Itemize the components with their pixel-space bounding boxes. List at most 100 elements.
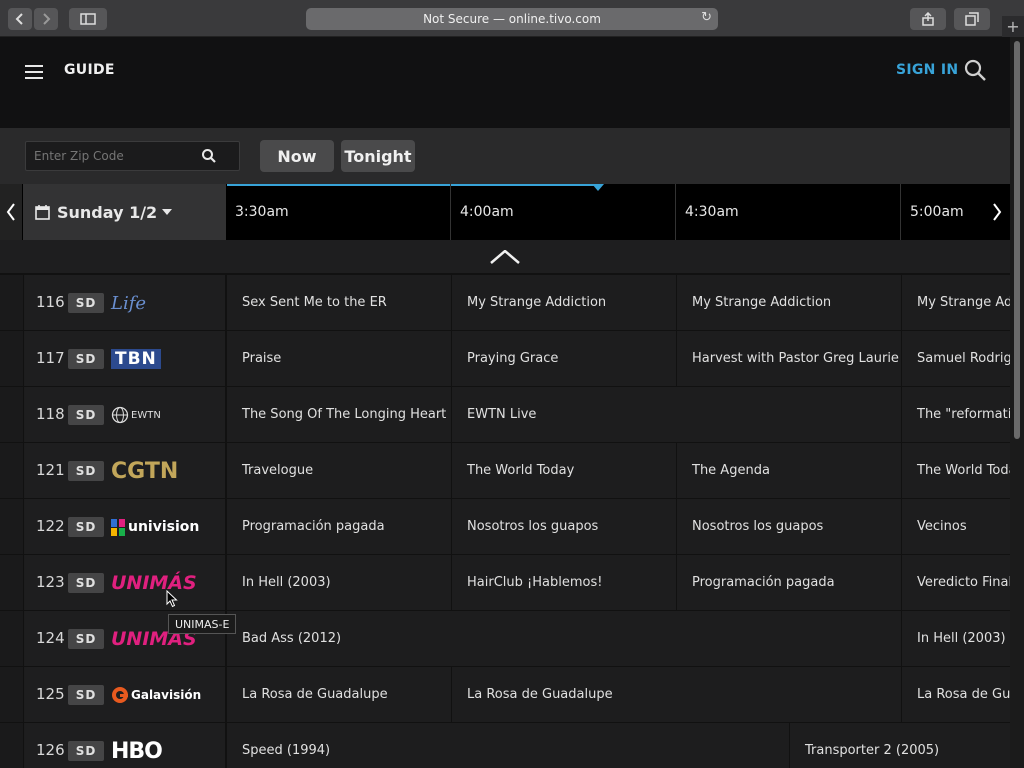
chevron-right-icon xyxy=(43,13,51,25)
sidebar-button[interactable] xyxy=(69,8,107,30)
mouse-cursor-icon xyxy=(166,590,178,608)
program-cell[interactable]: EWTN Live xyxy=(451,387,901,442)
program-cell[interactable]: My Strange Addiction xyxy=(451,275,676,330)
channel-cell[interactable]: 118 SD EWTN xyxy=(25,387,226,442)
address-bar[interactable]: Not Secure — online.tivo.com ↻ xyxy=(306,8,718,30)
back-button[interactable] xyxy=(8,8,32,30)
scroll-left-button[interactable] xyxy=(0,184,22,240)
program-cell[interactable]: Transporter 2 (2005) xyxy=(789,723,1010,768)
program-cell[interactable]: My Strange Addiction xyxy=(676,275,901,330)
time-slot: 4:00am xyxy=(450,184,675,240)
page-scrollbar[interactable] xyxy=(1010,37,1024,768)
program-cell[interactable]: Speed (1994) xyxy=(226,723,789,768)
channel-row: 118 SD EWTN The Song Of The Longing Hear… xyxy=(0,387,1010,443)
univision-mark-icon xyxy=(111,518,125,536)
channel-row: 124 SD UNIMÁS Bad Ass (2012) In Hell (20… xyxy=(0,611,1010,667)
program-cell[interactable]: La Rosa de Guadalupe xyxy=(901,667,1010,722)
program-cell[interactable]: Nosotros los guapos xyxy=(676,499,901,554)
row-gutter xyxy=(0,555,24,610)
time-slot: 3:30am xyxy=(225,184,450,240)
channel-cell[interactable]: 125 SD Galavisión xyxy=(25,667,226,722)
quality-badge: SD xyxy=(68,629,104,649)
tonight-button[interactable]: Tonight xyxy=(341,140,415,172)
tabs-icon xyxy=(965,12,979,26)
channel-number: 121 xyxy=(36,461,65,479)
channel-number: 126 xyxy=(36,741,65,759)
row-gutter xyxy=(0,723,24,768)
quality-badge: SD xyxy=(68,293,104,313)
channel-row: 117 SD TBN Praise Praying Grace Harvest … xyxy=(0,331,1010,387)
program-cell[interactable]: Praise xyxy=(226,331,451,386)
program-cell[interactable]: La Rosa de Guadalupe xyxy=(226,667,451,722)
globe-icon xyxy=(111,406,129,424)
channel-cell[interactable]: 123 SD UNIMÁS xyxy=(25,555,226,610)
row-gutter xyxy=(0,611,24,666)
address-text: Not Secure — online.tivo.com xyxy=(423,12,601,26)
zip-search-icon[interactable] xyxy=(201,148,217,164)
channel-number: 116 xyxy=(36,293,65,311)
share-button[interactable] xyxy=(910,8,946,30)
sign-in-link[interactable]: SIGN IN xyxy=(896,62,958,78)
chevron-up-icon xyxy=(490,249,520,264)
channel-logo-text: EWTN xyxy=(131,409,161,421)
new-tab-button[interactable]: + xyxy=(1002,16,1024,37)
collapse-bar[interactable] xyxy=(0,240,1010,274)
program-cell[interactable]: Bad Ass (2012) xyxy=(226,611,901,666)
tabs-button[interactable] xyxy=(954,8,990,30)
channel-logo: CGTN xyxy=(111,458,179,484)
channel-cell[interactable]: 117 SD TBN xyxy=(25,331,226,386)
chevron-left-icon xyxy=(15,13,23,25)
chevron-left-icon xyxy=(6,203,15,221)
hamburger-menu-icon[interactable] xyxy=(25,65,43,79)
quality-badge: SD xyxy=(68,741,104,761)
channel-row: 126 SD HBO Speed (1994) Transporter 2 (2… xyxy=(0,723,1010,768)
channel-row: 122 SD univision Programación pagada Nos… xyxy=(0,499,1010,555)
channel-cell[interactable]: 116 SD Life xyxy=(25,275,226,330)
program-cell[interactable]: Vecinos xyxy=(901,499,1010,554)
program-cell[interactable]: The World Today xyxy=(901,443,1010,498)
channel-logo-text: univision xyxy=(128,519,200,535)
channel-cell[interactable]: 121 SD CGTN xyxy=(25,443,226,498)
program-cell[interactable]: In Hell (2003) xyxy=(226,555,451,610)
forward-button[interactable] xyxy=(34,8,58,30)
channel-cell[interactable]: 122 SD univision xyxy=(25,499,226,554)
program-cell[interactable]: The "reformation" xyxy=(901,387,1010,442)
date-selector[interactable]: Sunday 1/2 xyxy=(23,184,225,240)
row-gutter xyxy=(0,667,24,722)
scrollbar-thumb[interactable] xyxy=(1014,41,1020,439)
reload-icon[interactable]: ↻ xyxy=(701,10,712,25)
program-cell[interactable]: Samuel Rodriguez xyxy=(901,331,1010,386)
program-cell[interactable]: The Song Of The Longing Heart xyxy=(226,387,451,442)
program-cell[interactable]: Programación pagada xyxy=(676,555,901,610)
channel-logo: UNIMÁS xyxy=(111,572,197,594)
program-cell[interactable]: Praying Grace xyxy=(451,331,676,386)
program-cell[interactable]: Sex Sent Me to the ER xyxy=(226,275,451,330)
program-cell[interactable]: Harvest with Pastor Greg Laurie xyxy=(676,331,901,386)
time-slot: 5:00am xyxy=(900,184,983,240)
program-cell[interactable]: Veredicto Final xyxy=(901,555,1010,610)
now-button[interactable]: Now xyxy=(260,140,334,172)
program-cell[interactable]: Nosotros los guapos xyxy=(451,499,676,554)
program-cell[interactable]: HairClub ¡Hablemos! xyxy=(451,555,676,610)
search-icon[interactable] xyxy=(963,58,987,82)
channel-cell[interactable]: 126 SD HBO xyxy=(25,723,226,768)
program-cell[interactable]: La Rosa de Guadalupe xyxy=(451,667,901,722)
app-header: GUIDE SIGN IN xyxy=(0,37,1010,128)
galavision-mark-icon xyxy=(112,687,128,703)
program-cell[interactable]: My Strange Addiction xyxy=(901,275,1010,330)
program-cell[interactable]: The Agenda xyxy=(676,443,901,498)
guide-grid: 116 SD Life Sex Sent Me to the ER My Str… xyxy=(0,275,1010,768)
channel-logo: Life xyxy=(111,292,147,314)
channel-logo-text: Galavisión xyxy=(131,688,202,702)
quality-badge: SD xyxy=(68,517,104,537)
program-cell[interactable]: The World Today xyxy=(451,443,676,498)
program-cell[interactable]: In Hell (2003) xyxy=(901,611,1010,666)
program-cell[interactable]: Travelogue xyxy=(226,443,451,498)
program-cell[interactable]: Programación pagada xyxy=(226,499,451,554)
scroll-right-button[interactable] xyxy=(983,184,1010,240)
channel-number: 118 xyxy=(36,405,65,423)
channel-row: 121 SD CGTN Travelogue The World Today T… xyxy=(0,443,1010,499)
share-icon xyxy=(922,12,934,26)
channel-logo: HBO xyxy=(111,738,163,764)
channel-row: 125 SD Galavisión La Rosa de Guadalupe L… xyxy=(0,667,1010,723)
